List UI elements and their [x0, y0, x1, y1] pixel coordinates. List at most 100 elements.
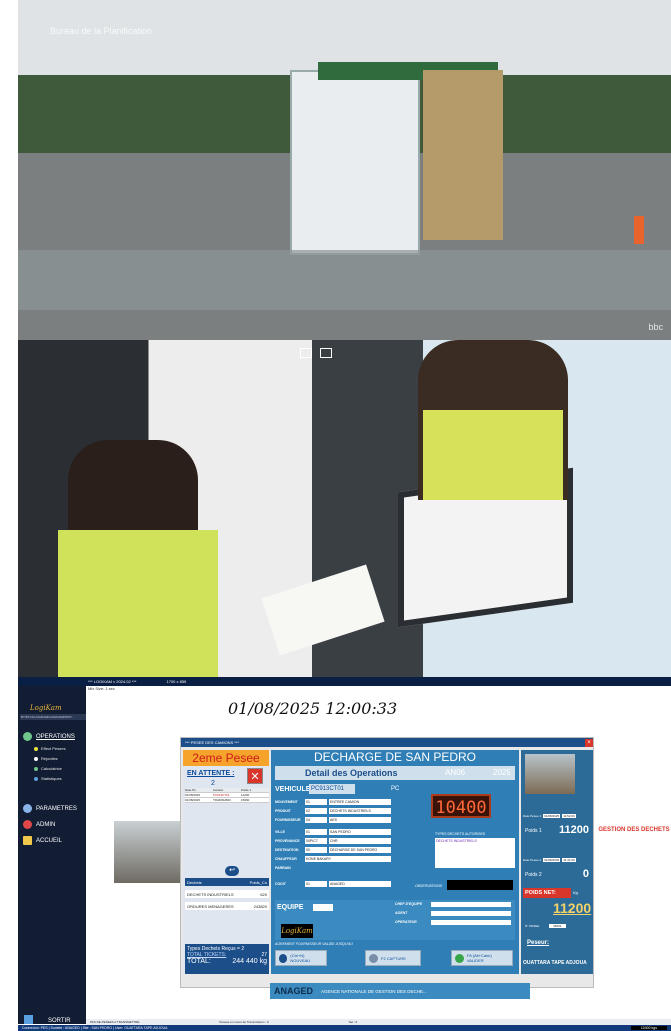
settings-icon: [23, 804, 32, 813]
driver-vest: [423, 410, 563, 500]
exit-icon: [24, 1015, 33, 1024]
license-text: BY:BYC0-LOGIKAM/LOGIKAM/PROT-: [20, 714, 86, 720]
field-fournisseur[interactable]: FOURNISSEUR 04 AES: [275, 816, 391, 823]
poids1-value: 11200: [559, 824, 589, 836]
pending-panel: 2eme Pesee EN ATTENTE : 2 ✕ Date P1 Cami…: [183, 750, 269, 974]
dechets-header: Dechets Poids_Cu: [185, 878, 269, 886]
year: 2025: [493, 768, 511, 777]
chef-input[interactable]: [431, 902, 511, 907]
operateur-input[interactable]: [431, 920, 511, 925]
sidebar-item-rejouties[interactable]: Rejouties: [34, 756, 58, 761]
sidebar-logo: LogiKam: [30, 704, 62, 712]
anaged-long: AGENCE NATIONALE DE GESTION DES DECHE...: [321, 988, 427, 994]
vehicule-label: VEHICULE: [275, 786, 311, 793]
app-title: *** LOGIKAM v 2024.02 ***: [88, 679, 137, 684]
field-destination[interactable]: DESTINATION 00 DECHARGE DE SAN PEDRO: [275, 846, 391, 853]
date-pesee-2: Date Pesee 2 01/08/2025 11:41:00: [523, 858, 576, 862]
anaged-short: ANAGED: [274, 986, 314, 996]
peseur-name: OUATTARA TAPE ADJOUA: [523, 960, 587, 966]
total-label: TOTAL:: [187, 958, 211, 965]
pesee-titlebar: *** PESEE DES CAMIONS *** ×: [181, 738, 593, 747]
capture-button[interactable]: F2 CAPTURE: [365, 950, 421, 966]
table-row[interactable]: 01/08/2025 TR4406LB03 15060: [185, 798, 269, 803]
ticket-number: N° PESEE 36401: [525, 924, 566, 928]
status-right: Sel.: 0: [348, 1020, 358, 1024]
app-subtitle: Mix Size: 1 sec: [88, 686, 115, 691]
weighbridge-rails: [18, 250, 671, 310]
pesee-title: 2eme Pesee: [183, 750, 269, 766]
scale-icon: [34, 746, 38, 751]
field-ville[interactable]: VILLE 01 SAN PEDRO: [275, 828, 391, 835]
date-pesee-1: Date Pesee 1 01/08/2025 11:52:00: [523, 814, 576, 818]
note-icon[interactable]: [320, 348, 332, 358]
truck-body: [423, 70, 503, 240]
field-codit[interactable]: CODIT 01 ANAGED: [275, 880, 391, 887]
document-icon: [34, 756, 38, 761]
logikam-logo: LogiKam: [281, 924, 313, 938]
close-button[interactable]: ×: [585, 738, 593, 747]
refresh-button[interactable]: ↩: [225, 866, 239, 876]
sortir-button[interactable]: [24, 1015, 33, 1024]
pesee-window: *** PESEE DES CAMIONS *** × 2eme Pesee E…: [180, 737, 594, 988]
detail-header: Detail des Operations: [275, 766, 515, 780]
total-value: 244 440 kg: [232, 958, 267, 965]
observations-input[interactable]: [447, 880, 513, 890]
status-left: PAS DE PESEES A TRANSMETTRE: [90, 1020, 140, 1024]
app-titlebar: *** LOGIKAM v 2024.02 *** 1700 x 859: [18, 677, 671, 686]
poids-net-label: POIDS NET:: [523, 888, 571, 898]
types-summary: Types Dechets Reçus = 2 TOTAL TICKETS: 2…: [185, 944, 269, 974]
menu-operations[interactable]: OPERATIONS: [23, 732, 75, 741]
paper-ticket: [261, 564, 385, 656]
menu-parametres[interactable]: PARAMETRES: [23, 804, 77, 813]
truck-snapshot: [525, 754, 575, 794]
menu-admin[interactable]: ADMIN: [23, 820, 55, 829]
truck-cab: [290, 70, 420, 255]
vehicule-input[interactable]: PC913CT01: [309, 784, 355, 794]
field-mouvement[interactable]: MOUVEMENT 01 ENTREE CAMION: [275, 798, 391, 805]
list-item[interactable]: ORDURES MENAGERES 243820: [185, 902, 269, 910]
footer-session: Connexion: PES | Societe : ANAGED | Site…: [22, 1026, 168, 1030]
equipe-label: EQUIPE: [277, 904, 304, 911]
back-arrow-icon: [279, 953, 288, 963]
camera-icon: [369, 953, 378, 963]
footer-bar: Connexion: PES | Societe : ANAGED | Site…: [18, 1025, 671, 1031]
operateur-label: OPERATEUR: [395, 920, 417, 924]
weights-panel: Date Pesee 1 01/08/2025 11:52:00 Poids 1…: [521, 750, 593, 974]
operation-detail-panel: DECHARGE DE SAN PEDRO Detail des Operati…: [271, 750, 519, 974]
status-mid: Pesees en cours de Transmission : 0: [219, 1020, 269, 1024]
home-icon: [23, 836, 32, 845]
footer-weight: 10400 kgs: [630, 1026, 667, 1030]
sortir-label[interactable]: SORTIR: [48, 1018, 71, 1024]
field-parrain[interactable]: PARRAIN: [275, 864, 305, 871]
sidebar-item-calculatrice[interactable]: Calculatrice: [34, 766, 62, 771]
sidebar-item-pesees[interactable]: Effect Pesees: [34, 746, 66, 751]
an-code: AN06: [445, 768, 466, 777]
agent-input[interactable]: [431, 911, 511, 916]
pc-label: PC: [391, 786, 400, 792]
site-title: DECHARGE DE SAN PEDRO: [313, 750, 477, 764]
background-truck-image: [114, 821, 180, 883]
poids-net-unit: Kg: [573, 890, 578, 895]
gestion-dechets-logo: GESTION DES DECHETS: [598, 827, 670, 833]
logikam-app: *** LOGIKAM v 2024.02 *** 1700 x 859 Mix…: [18, 677, 671, 1031]
peseur-label: Peseur:: [527, 940, 550, 946]
equipe-select[interactable]: [313, 904, 333, 911]
cancel-pesee-button[interactable]: ✕: [247, 768, 263, 784]
list-item[interactable]: DECHETS INDUSTRIELS 620: [185, 890, 269, 898]
truck-photo: Bureau de la Planification bbc: [18, 0, 671, 340]
attente-count: 2: [211, 780, 215, 787]
fullscreen-icon[interactable]: [300, 348, 312, 358]
field-produit[interactable]: PRODUIT 02 DECHETS INDUSTRIELS: [275, 807, 391, 814]
nouveau-button[interactable]: (Ctrl+N) NOUVEAU: [275, 950, 327, 966]
field-provenance[interactable]: PROVENANCE 00PIC7 CHR: [275, 837, 391, 844]
operations-icon: [23, 732, 32, 741]
calculator-icon: [34, 766, 38, 771]
valider-button[interactable]: F8 (Alt+Calm) VALIDER: [451, 950, 513, 966]
attente-label: EN ATTENTE :: [187, 770, 235, 777]
poids2-value: 0: [582, 868, 589, 880]
field-chauffeur[interactable]: CHAUFFEUR KONE BAKARY: [275, 855, 391, 862]
sidebar-item-statistiques[interactable]: Statistiques: [34, 776, 62, 781]
poids-net-value: 11200: [553, 900, 592, 916]
observations-label: OBSERVATIONS: [415, 884, 443, 888]
menu-accueil[interactable]: ACCUEIL: [23, 836, 62, 845]
